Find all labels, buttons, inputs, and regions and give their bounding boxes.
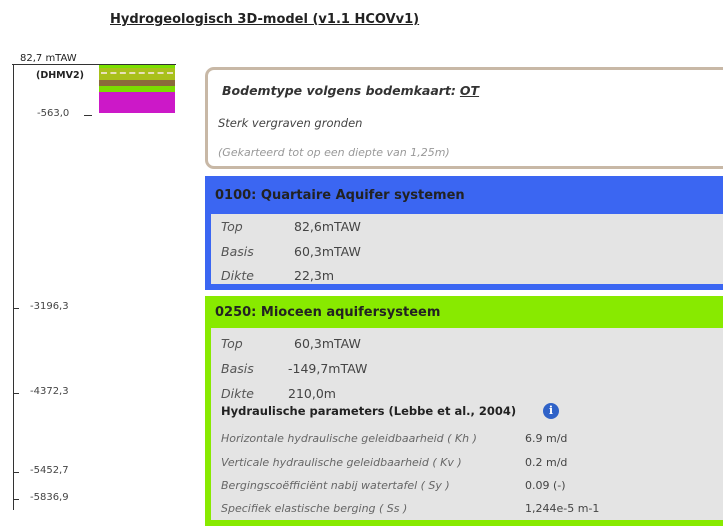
soil-description: Sterk vergraven gronden xyxy=(218,116,363,130)
prop-value-dikte: 22,3m xyxy=(294,268,335,283)
depth-tick xyxy=(13,499,19,500)
layer-title: 0100: Quartaire Aquifer systemen xyxy=(215,188,465,203)
profile-top-value: 82,7 mTAW xyxy=(20,53,77,64)
depth-axis xyxy=(13,64,14,510)
prop-key-dikte: Dikte xyxy=(221,386,254,401)
prop-value-basis: -149,7mTAW xyxy=(288,361,368,376)
page-title: Hydrogeologisch 3D-model (v1.1 HCOVv1) xyxy=(110,12,420,27)
depth-label: -5452,7 xyxy=(30,465,69,476)
depth-label: -3196,3 xyxy=(30,301,69,312)
param-name-kv: Verticale hydraulische geleidbaarheid ( … xyxy=(221,456,462,469)
profile-layer-quaternary[interactable] xyxy=(99,68,175,80)
soil-note: (Gekarteerd tot op een diepte van 1,25m) xyxy=(218,146,450,159)
depth-tick xyxy=(13,393,19,394)
info-icon[interactable]: i xyxy=(543,403,559,419)
soil-code-link[interactable]: OT xyxy=(460,83,479,98)
param-value-kv: 0.2 m/d xyxy=(525,456,568,469)
reference-label: (DHMV2) xyxy=(36,70,84,81)
param-name-ss: Specifiek elastische berging ( Ss ) xyxy=(221,502,408,515)
param-value-sy: 0.09 (-) xyxy=(525,479,566,492)
soil-title-prefix: Bodemtype volgens bodemkaart: xyxy=(222,83,456,98)
prop-key-top: Top xyxy=(221,336,243,351)
param-value-ss: 1,244e-5 m-1 xyxy=(525,502,600,515)
depth-tick xyxy=(84,115,92,116)
profile-layer-magenta[interactable] xyxy=(99,92,175,113)
param-name-kh: Horizontale hydraulische geleidbaarheid … xyxy=(221,432,477,445)
prop-value-top: 82,6mTAW xyxy=(294,219,361,234)
depth-label: -563,0 xyxy=(37,108,70,119)
soil-title: Bodemtype volgens bodemkaart: OT xyxy=(222,83,479,98)
param-name-sy: Bergingscoëfficiënt nabij watertafel ( S… xyxy=(221,479,450,492)
prop-key-basis: Basis xyxy=(221,361,254,376)
soil-type-panel: Bodemtype volgens bodemkaart: OT Sterk ve… xyxy=(205,67,723,169)
prop-value-basis: 60,3mTAW xyxy=(294,244,361,259)
profile-layer-dashed-line xyxy=(101,72,173,74)
prop-value-dikte: 210,0m xyxy=(288,386,336,401)
hydraulic-params-title: Hydraulische parameters (Lebbe et al., 2… xyxy=(221,404,517,418)
param-value-kh: 6.9 m/d xyxy=(525,432,568,445)
layer-title: 0250: Mioceen aquifersysteem xyxy=(215,305,441,320)
prop-key-top: Top xyxy=(221,219,243,234)
prop-value-top: 60,3mTAW xyxy=(294,336,361,351)
prop-key-basis: Basis xyxy=(221,244,254,259)
prop-key-dikte: Dikte xyxy=(221,268,254,283)
depth-label: -4372,3 xyxy=(30,386,69,397)
depth-tick xyxy=(13,308,19,309)
depth-tick xyxy=(13,472,19,473)
depth-label: -5836,9 xyxy=(30,492,69,503)
